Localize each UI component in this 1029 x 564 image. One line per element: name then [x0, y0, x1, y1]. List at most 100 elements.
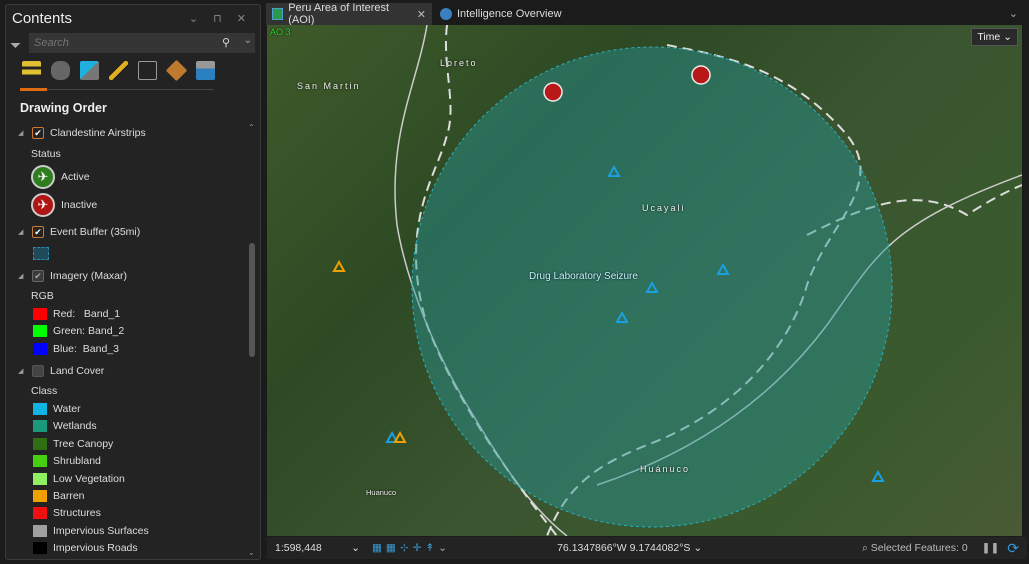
layer-clandestine-airstrips[interactable]: ◢ ✔ Clandestine Airstrips — [18, 127, 146, 139]
layer-name: Land Cover — [50, 365, 105, 377]
editing-pencil-icon[interactable] — [109, 61, 128, 80]
close-icon[interactable]: ✕ — [417, 8, 426, 21]
color-swatch — [33, 507, 47, 520]
legend-item: Impervious Roads — [33, 542, 138, 555]
contents-pane: Contents ⌄ ⊓ ✕ ⏷ ⚲ ⌄ Drawing Order ◢✔Cla… — [5, 4, 261, 560]
airstrip-inactive-marker — [543, 82, 563, 102]
drawing-order-icon[interactable] — [22, 61, 41, 80]
color-swatch — [33, 403, 47, 415]
airplane-icon: ✈ — [31, 193, 55, 217]
map-label-huanuco-city: Huanuco — [366, 488, 397, 497]
layer-checkbox[interactable] — [32, 365, 44, 377]
globe-icon — [440, 8, 452, 20]
status-bar: 1:598,448 ⌄ ▦ ▦ ⊹ ✛ ↟ ⌄ 76.1347866°W 9.1744082… — [267, 537, 1027, 559]
map-label-san-martin: San Martin — [297, 81, 361, 91]
color-swatch — [33, 472, 47, 485]
pane-controls[interactable]: ⌄ ⊓ ✕ — [189, 12, 252, 25]
layer-land-cover[interactable]: ◢ Land Cover — [18, 365, 104, 377]
snap-icon: ⊹ — [399, 542, 409, 554]
coordinates[interactable]: 76.1347866°W 9.1744082°S ⌄ — [557, 542, 702, 554]
grid-icon: ▦ — [385, 542, 396, 554]
tab-intelligence-overview[interactable]: Intelligence Overview — [434, 3, 568, 25]
map-icon — [272, 8, 284, 20]
legend-item: ✈ Inactive — [31, 193, 97, 217]
perspective-imagery-icon[interactable] — [196, 61, 215, 80]
color-swatch — [33, 455, 47, 468]
legend-label: Blue: Band_3 — [53, 343, 119, 355]
drawing-order-heading: Drawing Order — [20, 101, 107, 115]
time-label: Time — [977, 31, 1001, 43]
layer-checkbox[interactable]: ✔ — [32, 270, 44, 282]
legend-label: Active — [61, 171, 90, 183]
legend-item: Blue: Band_3 — [33, 343, 119, 355]
selection-icon[interactable] — [80, 61, 99, 80]
legend-item: Water — [33, 403, 81, 415]
layer-checkbox[interactable]: ✔ — [32, 226, 44, 238]
color-swatch — [33, 490, 47, 502]
tab-peru-aoi[interactable]: Peru Area of Interest (AOI) ✕ — [266, 2, 432, 26]
layer-name: Imagery (Maxar) — [50, 270, 128, 282]
snapping-icon[interactable] — [138, 61, 157, 80]
refresh-icon[interactable]: ⟳ — [1007, 540, 1019, 557]
legend-label: Shrubland — [53, 455, 101, 468]
legend-item: Impervious Surfaces — [33, 524, 149, 537]
legend-item: Wetlands — [33, 420, 97, 433]
color-swatch — [33, 437, 47, 450]
color-swatch — [33, 524, 47, 537]
airplane-icon: ✈ — [31, 165, 55, 189]
legend-item: Green: Band_2 — [33, 325, 124, 337]
map-label-ucayali: Ucayali — [642, 203, 686, 213]
airstrip-inactive-marker — [691, 65, 711, 85]
grid-icon: ▦ — [372, 542, 382, 554]
legend-group: Class — [31, 385, 58, 397]
legend-item: ✈ Active — [31, 165, 90, 189]
layer-checkbox[interactable]: ✔ — [32, 127, 44, 139]
buffer-symbol — [33, 247, 49, 260]
layer-name: Event Buffer (35mi) — [50, 226, 141, 238]
map-view[interactable]: AO 3 Loreto San Martin Ucayali Huánuco H… — [267, 25, 1022, 536]
event-buffer — [411, 46, 893, 528]
coords-value: 76.1347866°W 9.1744082°S — [557, 542, 691, 554]
color-swatch — [33, 420, 47, 433]
legend-item: Tree Canopy — [33, 437, 114, 450]
legend-label: Inactive — [61, 199, 98, 211]
barren-triangle — [393, 430, 407, 443]
legend-label: Wetlands — [53, 420, 97, 433]
tab-label: Intelligence Overview — [457, 8, 562, 20]
legend-label: Tree Canopy — [53, 437, 114, 450]
legend-label: Structures — [53, 507, 101, 520]
selected-count: Selected Features: 0 — [870, 541, 968, 554]
legend-item: Red: Band_1 — [33, 308, 120, 320]
legend-group: RGB — [31, 290, 54, 302]
pause-icon[interactable]: ❚❚ — [982, 542, 1000, 554]
legend-item: Structures — [33, 507, 101, 520]
color-swatch — [33, 542, 47, 555]
search-icon[interactable]: ⚲ — [222, 36, 230, 49]
labeling-icon[interactable] — [165, 59, 188, 82]
incident-triangle — [871, 469, 885, 482]
tab-list-chevron-icon[interactable]: ⌄ — [1009, 7, 1018, 20]
layer-event-buffer[interactable]: ◢ ✔ Event Buffer (35mi) — [18, 226, 140, 238]
search-options-chevron-icon[interactable]: ⌄ — [244, 35, 252, 46]
legend-label: Low Vegetation — [53, 472, 125, 485]
legend-group: Status — [31, 148, 61, 160]
selected-features[interactable]: ⌕ Selected Features: 0 — [862, 542, 968, 555]
map-tools[interactable]: ▦ ▦ ⊹ ✛ ↟ ⌄ — [372, 542, 447, 554]
tab-label: Peru Area of Interest (AOI) — [288, 2, 390, 26]
layer-imagery[interactable]: ◢ ✔ Imagery (Maxar) — [18, 270, 127, 282]
legend-item: Low Vegetation — [33, 472, 125, 485]
legend-label: Green: Band_2 — [53, 325, 125, 337]
scrollbar[interactable]: ⌃ ⌄ — [248, 123, 256, 557]
legend-label: Red: Band_1 — [53, 308, 121, 320]
legend-label: Water — [53, 403, 81, 415]
scale-select[interactable]: 1:598,448 ⌄ — [275, 542, 360, 554]
filter-icon[interactable]: ⏷ — [10, 37, 21, 54]
scale-value: 1:598,448 — [275, 542, 322, 554]
pane-title: Contents — [12, 10, 73, 27]
time-slider-button[interactable]: Time ⌄ — [971, 28, 1018, 46]
cursor-icon: ✛ — [412, 542, 422, 554]
barren-triangle — [332, 259, 346, 272]
data-source-icon[interactable] — [51, 61, 70, 80]
event-label: Drug Laboratory Seizure — [529, 271, 638, 282]
corner-label: AO 3 — [270, 27, 291, 37]
